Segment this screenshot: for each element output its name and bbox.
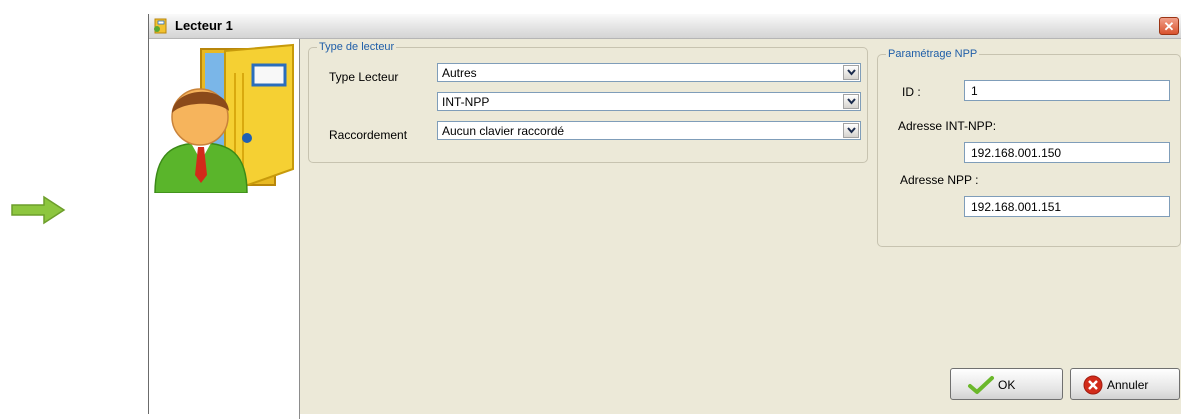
id-field[interactable]: 1 <box>964 80 1170 101</box>
left-illustration-panel <box>149 39 300 419</box>
ok-label: OK <box>998 378 1016 392</box>
title-bar: Lecteur 1 ✕ <box>149 14 1181 39</box>
cancel-icon <box>1083 375 1103 395</box>
ok-button[interactable]: OK <box>950 368 1063 400</box>
window-title: Lecteur 1 <box>175 18 233 33</box>
user-door-icon <box>154 43 294 193</box>
cancel-label: Annuler <box>1107 378 1149 392</box>
reader-type-legend: Type de lecteur <box>317 40 397 54</box>
npp-settings-legend: Paramétrage NPP <box>886 47 980 61</box>
chevron-down-icon[interactable] <box>843 94 859 109</box>
right-arrow-icon <box>11 195 66 225</box>
npp-address-field[interactable]: 192.168.001.151 <box>964 196 1170 217</box>
npp-address-label: Adresse NPP : <box>900 173 979 187</box>
cancel-button[interactable]: Annuler <box>1070 368 1180 400</box>
raccordement-label: Raccordement <box>329 128 408 142</box>
door-icon <box>154 18 167 34</box>
chevron-down-icon[interactable] <box>843 123 859 138</box>
reader-type-group: Type de lecteur Type Lecteur Autres INT-… <box>308 40 868 163</box>
chevron-down-icon[interactable] <box>843 65 859 80</box>
check-icon <box>968 376 994 394</box>
type-lecteur-label: Type Lecteur <box>329 70 399 84</box>
reader-model-select[interactable]: INT-NPP <box>437 92 861 111</box>
close-button[interactable]: ✕ <box>1159 17 1179 35</box>
reader-type-select[interactable]: Autres <box>437 63 861 82</box>
npp-settings-group: Paramétrage NPP ID : 1 Adresse INT-NPP: … <box>877 47 1181 247</box>
dialog-window: Lecteur 1 ✕ Type de lecteur Type Lecteur <box>148 14 1181 419</box>
int-npp-address-field[interactable]: 192.168.001.150 <box>964 142 1170 163</box>
id-label: ID : <box>902 85 921 99</box>
close-icon: ✕ <box>1163 19 1175 34</box>
int-npp-address-label: Adresse INT-NPP: <box>898 119 997 133</box>
connection-select[interactable]: Aucun clavier raccordé <box>437 121 861 140</box>
